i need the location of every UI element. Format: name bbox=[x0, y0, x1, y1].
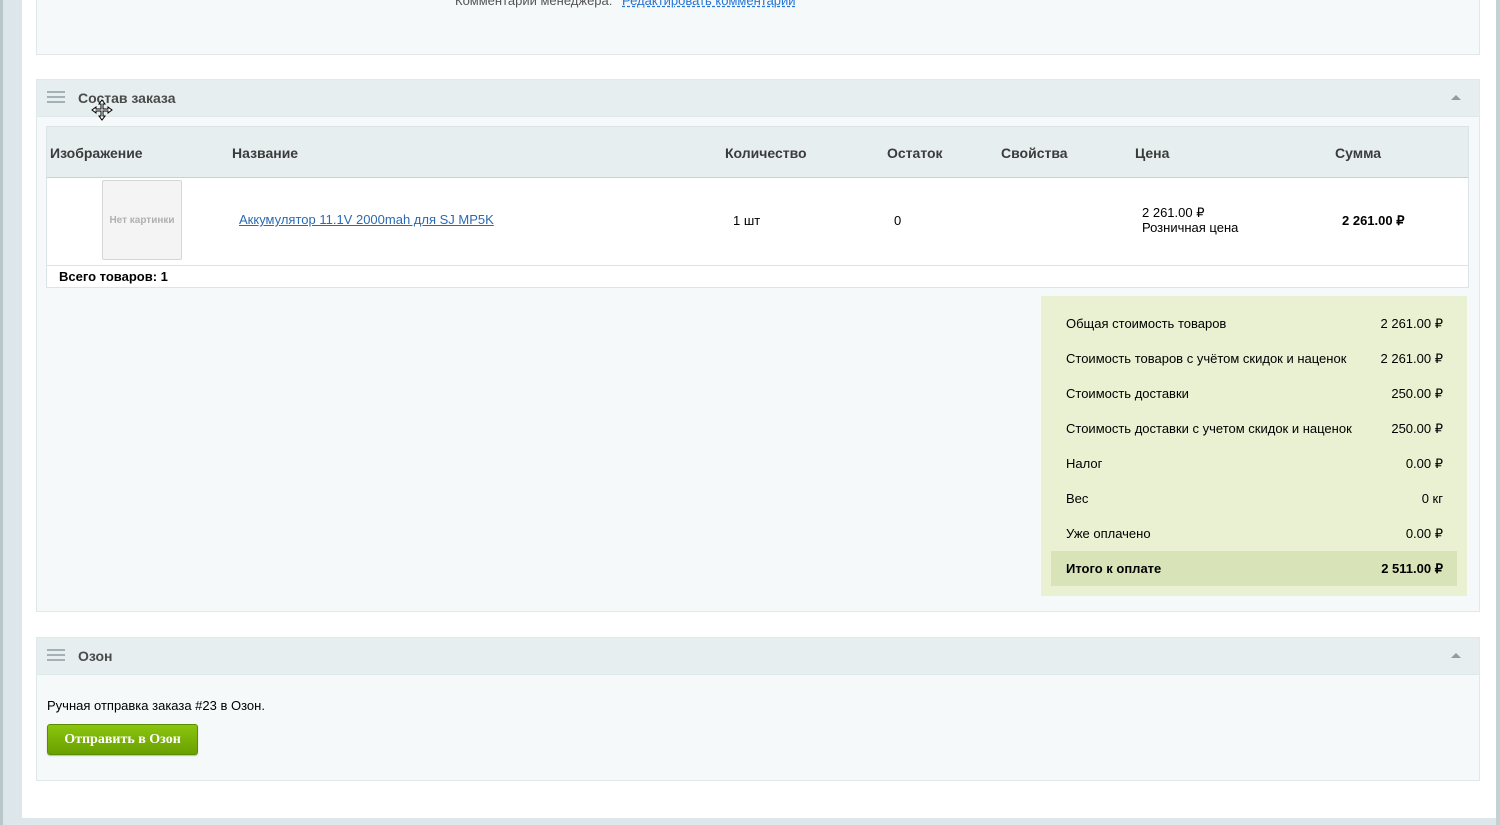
column-header-properties: Свойства bbox=[1001, 145, 1068, 161]
product-price: 2 261.00 ₽ bbox=[1142, 205, 1205, 220]
drag-handle-icon[interactable] bbox=[47, 91, 65, 104]
summary-value: 2 261.00 ₽ bbox=[1380, 316, 1444, 331]
ozon-description: Ручная отправка заказа #23 в Озон. bbox=[47, 698, 265, 713]
summary-value: 0.00 ₽ bbox=[1405, 526, 1443, 541]
summary-label: Вес bbox=[1066, 491, 1089, 506]
column-header-price: Цена bbox=[1135, 145, 1170, 161]
column-header-name: Название bbox=[232, 145, 299, 161]
summary-label: Стоимость доставки bbox=[1066, 386, 1189, 401]
summary-row: Налог 0.00 ₽ bbox=[1051, 446, 1457, 481]
section-title: Озон bbox=[78, 648, 113, 664]
product-name-link[interactable]: Аккумулятор 11.1V 2000mah для SJ MP5K bbox=[239, 212, 494, 227]
page-left-edge bbox=[0, 0, 3, 825]
product-price-type: Розничная цена bbox=[1142, 220, 1239, 235]
table-header-row: Изображение Название Количество Остаток … bbox=[47, 127, 1468, 178]
row-divider bbox=[47, 265, 1468, 266]
ozon-section: Озон Ручная отправка заказа #23 в Озон. … bbox=[36, 637, 1480, 781]
summary-row: Стоимость доставки 250.00 ₽ bbox=[1051, 376, 1457, 411]
total-items-count: Всего товаров: 1 bbox=[59, 269, 168, 284]
summary-row: Уже оплачено 0.00 ₽ bbox=[1051, 516, 1457, 551]
product-stock: 0 bbox=[894, 213, 902, 228]
summary-label: Общая стоимость товаров bbox=[1066, 316, 1227, 331]
order-items-section: Состав заказа Изображение Название Колич… bbox=[36, 79, 1480, 612]
column-header-stock: Остаток bbox=[887, 145, 943, 161]
manager-comment: Комментарий менеджера: Редактировать ком… bbox=[455, 0, 796, 8]
move-cursor-icon bbox=[91, 99, 113, 121]
summary-total-row: Итого к оплате 2 511.00 ₽ bbox=[1051, 551, 1457, 586]
summary-label: Налог bbox=[1066, 456, 1103, 471]
summary-row: Стоимость доставки с учетом скидок и нац… bbox=[1051, 411, 1457, 446]
column-header-quantity: Количество bbox=[725, 145, 807, 161]
summary-row: Общая стоимость товаров 2 261.00 ₽ bbox=[1051, 306, 1457, 341]
manager-comment-label: Комментарий менеджера: bbox=[455, 0, 613, 8]
order-summary-panel: Общая стоимость товаров 2 261.00 ₽ Стоим… bbox=[1041, 296, 1467, 596]
page-content: Комментарий менеджера: Редактировать ком… bbox=[22, 0, 1496, 818]
summary-row: Вес 0 кг bbox=[1051, 481, 1457, 516]
summary-label: Стоимость доставки с учетом скидок и нац… bbox=[1066, 421, 1352, 436]
order-items-header: Состав заказа bbox=[37, 80, 1479, 117]
summary-total-label: Итого к оплате bbox=[1066, 561, 1162, 576]
summary-value: 250.00 ₽ bbox=[1391, 421, 1443, 436]
column-header-sum: Сумма bbox=[1335, 145, 1382, 161]
summary-row: Стоимость товаров с учётом скидок и наце… bbox=[1051, 341, 1457, 376]
summary-label: Уже оплачено bbox=[1066, 526, 1151, 541]
scrollbar[interactable] bbox=[1496, 0, 1500, 825]
order-info-section: Комментарий менеджера: Редактировать ком… bbox=[36, 0, 1480, 55]
summary-value: 250.00 ₽ bbox=[1391, 386, 1443, 401]
order-items-table: Изображение Название Количество Остаток … bbox=[46, 126, 1469, 288]
column-header-image: Изображение bbox=[50, 145, 143, 161]
collapse-arrow-icon[interactable] bbox=[1451, 653, 1461, 658]
summary-label: Стоимость товаров с учётом скидок и наце… bbox=[1066, 351, 1347, 366]
edit-comment-link[interactable]: Редактировать комментарий bbox=[622, 0, 796, 8]
send-to-ozon-button[interactable]: Отправить в Озон bbox=[47, 724, 198, 755]
summary-value: 2 261.00 ₽ bbox=[1380, 351, 1444, 366]
no-image-placeholder: Нет картинки bbox=[102, 180, 182, 260]
summary-total-value: 2 511.00 ₽ bbox=[1381, 561, 1443, 576]
product-quantity: 1 шт bbox=[733, 213, 761, 228]
ozon-header: Озон bbox=[37, 638, 1479, 675]
collapse-arrow-icon[interactable] bbox=[1451, 95, 1461, 100]
summary-value: 0.00 ₽ bbox=[1405, 456, 1443, 471]
product-sum: 2 261.00 ₽ bbox=[1342, 213, 1405, 228]
drag-handle-icon[interactable] bbox=[47, 649, 65, 662]
summary-value: 0 кг bbox=[1421, 491, 1443, 506]
